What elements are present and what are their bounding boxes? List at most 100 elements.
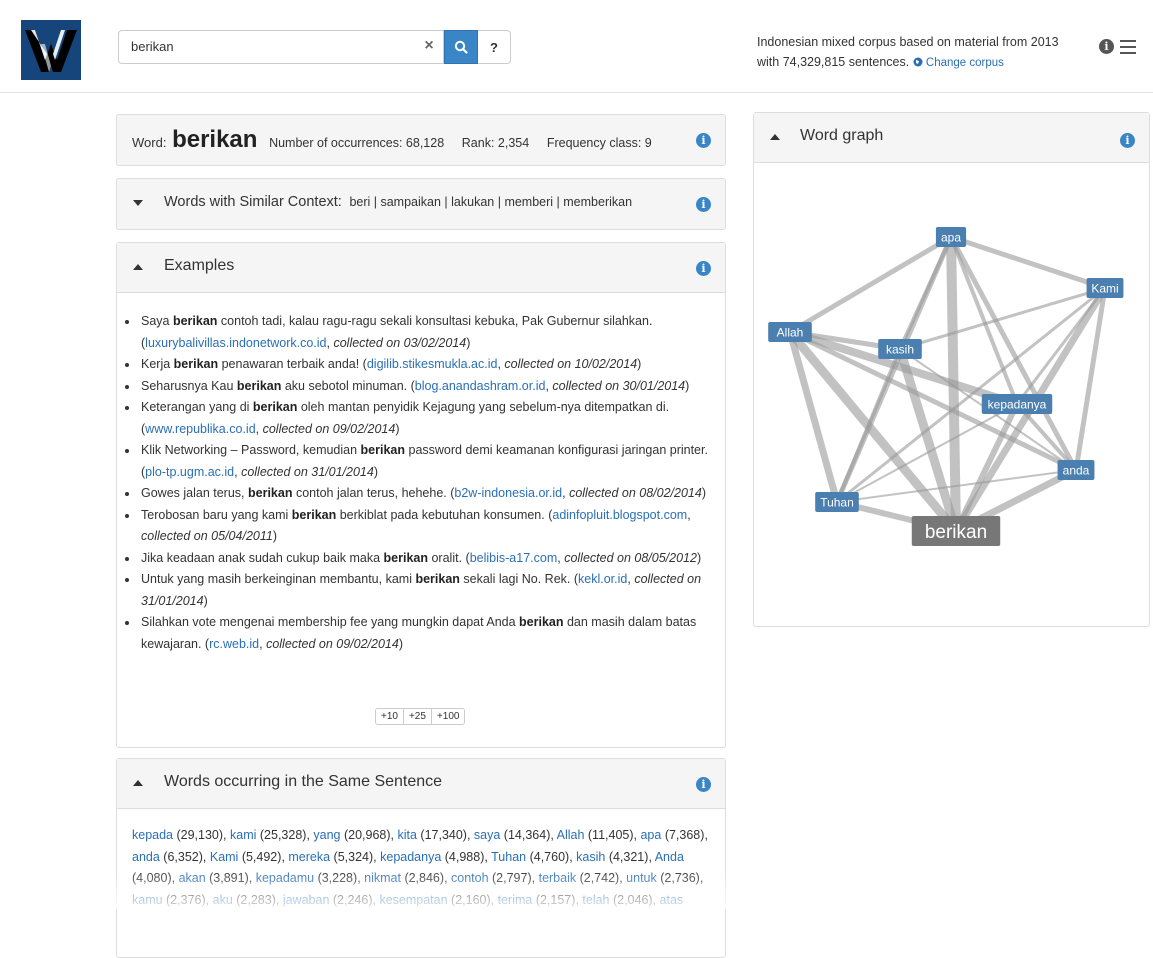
example-source-link[interactable]: luxurybalivillas.indonetwork.co.id — [145, 336, 326, 350]
graph-node-tuhan[interactable]: Tuhan — [815, 492, 859, 512]
example-source-link[interactable]: digilib.stikesmukla.ac.id — [367, 357, 498, 371]
example-collected-date: collected on 09/02/2014 — [266, 636, 399, 651]
graph-node-berikan[interactable]: berikan — [911, 516, 1001, 546]
cooccurrence-word-link[interactable]: terbaik — [539, 871, 577, 885]
search-icon — [454, 40, 468, 54]
help-button[interactable]: ? — [478, 30, 511, 64]
cooccurrence-word-link[interactable]: kami — [230, 828, 256, 842]
cooccurrence-word-link[interactable]: kasih — [576, 850, 605, 864]
cooccurrence-word-link[interactable]: kita — [397, 828, 416, 842]
example-keyword: berikan — [252, 400, 298, 414]
cooccurrence-word-link[interactable]: untuk — [626, 871, 657, 885]
cooccurrence-word-link[interactable]: Allah — [557, 828, 585, 842]
similar-word-link[interactable]: lakukan — [451, 195, 494, 209]
cooccurrence-word-link[interactable]: kesempatan — [379, 893, 447, 907]
search-input[interactable]: berikan — [118, 30, 444, 64]
similar-word-link[interactable]: beri — [349, 195, 370, 209]
collapse-toggle-icon[interactable] — [133, 264, 143, 270]
graph-node-kepadanya[interactable]: kepadanya — [981, 394, 1053, 414]
cooccurrence-word-link[interactable]: atas — [660, 893, 684, 907]
cooccurrence-word-link[interactable]: jawaban — [283, 893, 330, 907]
collapse-toggle-icon[interactable] — [133, 780, 143, 786]
cooccurrence-count: (6,352) — [159, 849, 203, 864]
similar-word-link[interactable]: memberikan — [563, 195, 632, 209]
cooccurrence-count: (2,046) — [609, 892, 653, 907]
close-icon[interactable]: × — [421, 36, 437, 56]
cooccurrence-word-link[interactable]: Anda — [655, 850, 684, 864]
graph-node-allah[interactable]: Allah — [768, 322, 812, 342]
cooccurrence-word-link[interactable]: nikmat — [364, 871, 401, 885]
search-button[interactable] — [444, 30, 478, 64]
example-item: Saya berikan contoh tadi, kalau ragu-rag… — [139, 311, 714, 354]
example-collected-date: collected on 09/02/2014 — [262, 421, 396, 436]
cooccurrence-word-link[interactable]: kepadamu — [256, 871, 314, 885]
menu-icon[interactable] — [1120, 40, 1136, 54]
more-10-button[interactable]: +10 — [376, 709, 403, 724]
cooccurrence-count: (25,328) — [256, 828, 307, 842]
expand-toggle-icon[interactable] — [133, 200, 143, 206]
example-source-link[interactable]: blog.anandashram.or.id — [415, 379, 546, 393]
cooccurrence-word-link[interactable]: kamu — [132, 893, 163, 907]
graph-node-apa[interactable]: apa — [935, 227, 967, 247]
info-icon[interactable]: i — [696, 777, 711, 792]
example-text: ) — [395, 421, 400, 436]
example-text: ) — [685, 378, 690, 393]
graph-node-anda[interactable]: anda — [1057, 460, 1095, 480]
cooccurrence-word-link[interactable]: akan — [179, 871, 206, 885]
word-graph: apa Kami Allah kasih kepadanya anda Tuhan berik… — [768, 227, 1124, 546]
logo[interactable] — [21, 20, 81, 80]
cooccurrence-word-link[interactable]: Tuhan — [491, 850, 526, 864]
example-text: Seharusnya Kau — [141, 378, 237, 393]
example-source-link[interactable]: b2w-indonesia.or.id — [454, 486, 562, 500]
example-source-link[interactable]: adinfopluit.blogspot.com — [552, 508, 687, 522]
example-text: ) — [466, 335, 471, 350]
info-icon[interactable]: i — [696, 197, 711, 212]
graph-node-label: kepadanya — [988, 397, 1047, 411]
example-source-link[interactable]: plo-tp.ugm.ac.id — [145, 465, 234, 479]
more-25-button[interactable]: +25 — [402, 709, 431, 724]
example-source-link[interactable]: kekl.or.id — [578, 572, 627, 586]
cooccurrence-word-link[interactable]: anda — [132, 850, 160, 864]
cooccurrence-word-link[interactable]: Kami — [210, 850, 238, 864]
info-icon[interactable]: i — [1099, 39, 1114, 54]
info-icon[interactable]: i — [696, 261, 711, 276]
graph-node-kami[interactable]: Kami — [1086, 278, 1124, 298]
cooccurrence-word-link[interactable]: yang — [313, 828, 340, 842]
example-item: Silahkan vote mengenai membership fee ya… — [139, 612, 714, 655]
example-collected-date: collected on 10/02/2014 — [504, 357, 638, 371]
example-keyword: berikan — [236, 378, 282, 393]
cooccurrence-word-link[interactable]: mereka — [288, 850, 330, 864]
example-source-link[interactable]: belibis-a17.com — [470, 551, 558, 565]
info-icon[interactable]: i — [696, 133, 711, 148]
example-text: ) — [398, 636, 403, 651]
cooccurrence-word-link[interactable]: terima — [498, 893, 533, 907]
cooccurrence-title: Words occurring in the Same Sentence — [164, 773, 443, 790]
cooccurrence-word-link[interactable]: kepadanya — [380, 850, 441, 864]
cooccurrence-word-link[interactable]: contoh — [451, 871, 489, 885]
cooccurrence-count: (7,368) — [661, 828, 705, 842]
graph-node-kasih[interactable]: kasih — [878, 339, 922, 359]
cooccurrence-word-link[interactable]: kepada — [132, 828, 173, 842]
cooccurrence-count: (29,130) — [173, 828, 224, 842]
cooccurrence-word-link[interactable]: apa — [640, 828, 661, 842]
cooccurrence-count: (5,492) — [238, 849, 282, 864]
cooccurrence-word-link[interactable]: aku — [213, 893, 233, 907]
cooccurrence-count: (2,157) — [532, 892, 576, 907]
examples-header[interactable]: Examples i — [117, 243, 725, 293]
example-source-link[interactable]: rc.web.id — [209, 637, 259, 651]
similar-word-link[interactable]: memberi — [504, 195, 553, 209]
example-item: Seharusnya Kau berikan aku sebotol minum… — [139, 376, 714, 398]
cooccurrence-header[interactable]: Words occurring in the Same Sentence i — [117, 759, 725, 809]
change-corpus-label[interactable]: Change corpus — [926, 57, 1004, 69]
cooccurrence-word-link[interactable]: saya — [474, 828, 500, 842]
graph-node-label: anda — [1063, 463, 1090, 477]
similar-word-link[interactable]: sampaikan — [380, 195, 440, 209]
cooccurrence-count: (14,364) — [500, 828, 551, 842]
cooccurrence-count: (3,228) — [314, 871, 358, 885]
change-corpus-link[interactable]: Change corpus — [913, 57, 1004, 69]
example-source-link[interactable]: www.republika.co.id — [145, 422, 255, 436]
more-100-button[interactable]: +100 — [430, 709, 465, 724]
similar-context-title: Words with Similar Context: — [164, 194, 342, 210]
cooccurrence-word-link[interactable]: telah — [582, 893, 609, 907]
example-item: Jika keadaan anak sudah cukup baik maka … — [139, 548, 714, 570]
